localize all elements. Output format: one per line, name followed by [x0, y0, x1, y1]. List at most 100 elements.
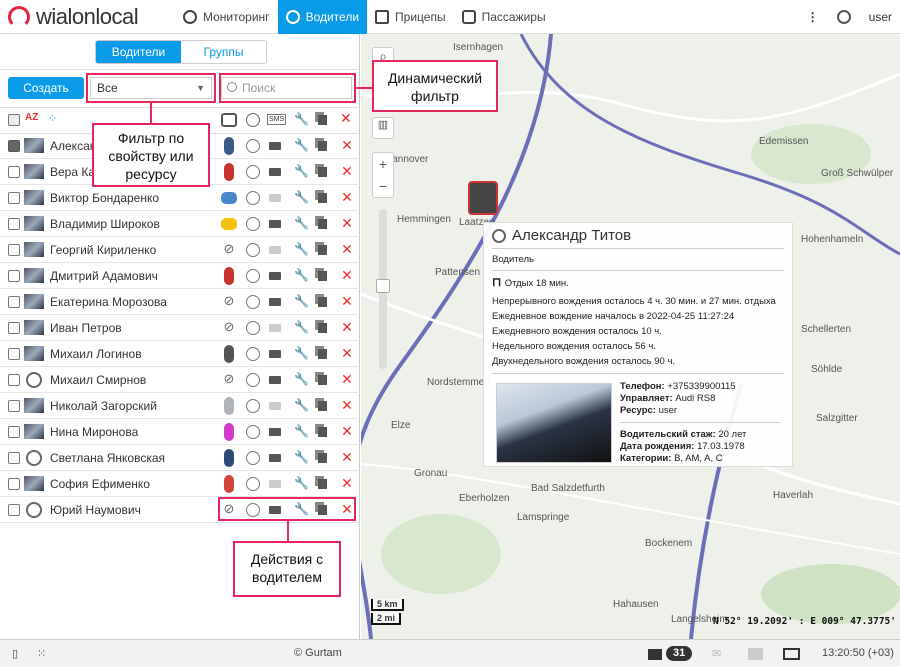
mail-icon[interactable]	[269, 376, 281, 384]
wrench-icon[interactable]: 🔧	[294, 372, 309, 386]
wrench-icon[interactable]: 🔧	[294, 242, 309, 256]
nav-trailers[interactable]: Прицепы	[367, 0, 454, 34]
copy-icon[interactable]	[318, 193, 327, 203]
mail-icon[interactable]	[269, 194, 281, 202]
driver-name[interactable]: Иван Петров	[50, 321, 122, 335]
delete-icon[interactable]: ✕	[340, 319, 354, 336]
driver-row[interactable]: Михаил Смирнов ⊘ 🔧 ✕	[0, 367, 360, 393]
driver-row[interactable]: София Ефименко 🔧 ✕	[0, 471, 360, 497]
copy-icon[interactable]	[318, 401, 327, 411]
clock-column-icon[interactable]	[246, 113, 260, 127]
row-checkbox[interactable]	[8, 296, 20, 308]
copy-icon[interactable]	[318, 375, 327, 385]
zoom-slider[interactable]	[376, 209, 390, 369]
unit-truck-icon[interactable]	[221, 192, 237, 204]
mail-icon[interactable]	[269, 142, 281, 150]
tab-drivers[interactable]: Водители	[96, 41, 181, 63]
mail-icon[interactable]	[269, 480, 281, 488]
delete-icon[interactable]: ✕	[340, 215, 354, 232]
zoom-slider-handle[interactable]	[376, 279, 390, 293]
clock-icon[interactable]	[246, 243, 260, 257]
row-checkbox[interactable]	[8, 322, 20, 334]
driver-row[interactable]: Николай Загорский 🔧 ✕	[0, 393, 360, 419]
row-checkbox[interactable]	[8, 192, 20, 204]
copy-icon[interactable]	[318, 323, 327, 333]
driver-row[interactable]: Владимир Широков 🔧 ✕	[0, 211, 360, 237]
delete-icon[interactable]: ✕	[340, 423, 354, 440]
clock-icon[interactable]	[246, 451, 260, 465]
user-icon[interactable]	[836, 9, 851, 24]
wrench-icon[interactable]: 🔧	[294, 138, 309, 152]
driver-name[interactable]: Георгий Кириленко	[50, 243, 156, 257]
clock-icon[interactable]	[246, 321, 260, 335]
unit-column-icon[interactable]	[221, 113, 237, 127]
mail-icon[interactable]	[269, 272, 281, 280]
mail-icon[interactable]	[269, 168, 281, 176]
wrench-icon[interactable]: 🔧	[294, 424, 309, 438]
clock-icon[interactable]	[246, 373, 260, 387]
wrench-icon[interactable]: 🔧	[294, 164, 309, 178]
unit-car-icon[interactable]	[224, 475, 234, 493]
nav-drivers[interactable]: Водители	[277, 0, 368, 34]
driver-name[interactable]: Михаил Логинов	[50, 347, 142, 361]
driver-name[interactable]: Владимир Широков	[50, 217, 160, 231]
row-checkbox[interactable]	[8, 504, 20, 516]
unlinked-icon[interactable]: ⊘	[221, 371, 237, 389]
row-checkbox[interactable]	[8, 166, 20, 178]
unit-car-icon[interactable]	[224, 137, 234, 155]
wrench-icon[interactable]: 🔧	[294, 320, 309, 334]
wrench-icon[interactable]: 🔧	[294, 190, 309, 204]
apps-grid-icon[interactable]: ⁙	[37, 647, 46, 660]
delete-column-icon[interactable]: ✕	[340, 110, 352, 127]
tab-groups[interactable]: Группы	[181, 41, 266, 63]
wrench-icon[interactable]: 🔧	[294, 294, 309, 308]
wrench-icon[interactable]: 🔧	[294, 216, 309, 230]
row-checkbox[interactable]	[8, 244, 20, 256]
delete-icon[interactable]: ✕	[340, 137, 354, 154]
sms-column-icon[interactable]: SMS	[267, 114, 287, 125]
row-checkbox[interactable]	[8, 478, 20, 490]
clock-icon[interactable]	[246, 477, 260, 491]
unit-car-icon[interactable]	[224, 397, 234, 415]
select-all-checkbox[interactable]	[8, 114, 20, 126]
clock-icon[interactable]	[246, 347, 260, 361]
driver-row[interactable]: Иван Петров ⊘ 🔧 ✕	[0, 315, 360, 341]
driver-name[interactable]: Виктор Бондаренко	[50, 191, 159, 205]
create-button[interactable]: Создать	[8, 77, 84, 99]
wrench-column-icon[interactable]: 🔧	[294, 112, 309, 126]
sort-az-icon[interactable]: AZ	[25, 112, 38, 123]
row-checkbox[interactable]	[8, 426, 20, 438]
unit-car-icon[interactable]	[224, 449, 234, 467]
notifications-icon[interactable]	[648, 649, 662, 660]
delete-icon[interactable]: ✕	[340, 371, 354, 388]
unlinked-icon[interactable]: ⊘	[221, 319, 237, 337]
driver-row[interactable]: Нина Миронова 🔧 ✕	[0, 419, 360, 445]
unlinked-icon[interactable]: ⊘	[221, 241, 237, 259]
copy-icon[interactable]	[318, 141, 327, 151]
clock-icon[interactable]	[246, 139, 260, 153]
messages-icon[interactable]: ✉	[712, 647, 721, 660]
driver-name[interactable]: Светлана Янковская	[50, 451, 165, 465]
copy-icon[interactable]	[318, 479, 327, 489]
unit-car-icon[interactable]	[224, 345, 234, 363]
wrench-icon[interactable]: 🔧	[294, 268, 309, 282]
driver-name[interactable]: Николай Загорский	[50, 399, 157, 413]
mail-icon[interactable]	[269, 324, 281, 332]
copy-icon[interactable]	[318, 453, 327, 463]
unit-car-icon[interactable]	[224, 423, 234, 441]
more-menu-icon[interactable]: ⋮	[807, 10, 819, 24]
driver-row[interactable]: Виктор Бондаренко 🔧 ✕	[0, 185, 360, 211]
driver-row[interactable]: Екатерина Морозова ⊘ 🔧 ✕	[0, 289, 360, 315]
driver-row[interactable]: Георгий Кириленко ⊘ 🔧 ✕	[0, 237, 360, 263]
delete-icon[interactable]: ✕	[340, 241, 354, 258]
driver-name[interactable]: Екатерина Морозова	[50, 295, 167, 309]
wrench-icon[interactable]: 🔧	[294, 346, 309, 360]
copy-icon[interactable]	[318, 271, 327, 281]
clock-icon[interactable]	[246, 217, 260, 231]
mail-icon[interactable]	[269, 298, 281, 306]
user-name[interactable]: user	[869, 10, 892, 24]
unit-marker[interactable]	[468, 181, 498, 215]
gallery-icon[interactable]	[748, 648, 763, 660]
row-checkbox[interactable]	[8, 348, 20, 360]
unit-taxi-icon[interactable]	[221, 218, 237, 230]
